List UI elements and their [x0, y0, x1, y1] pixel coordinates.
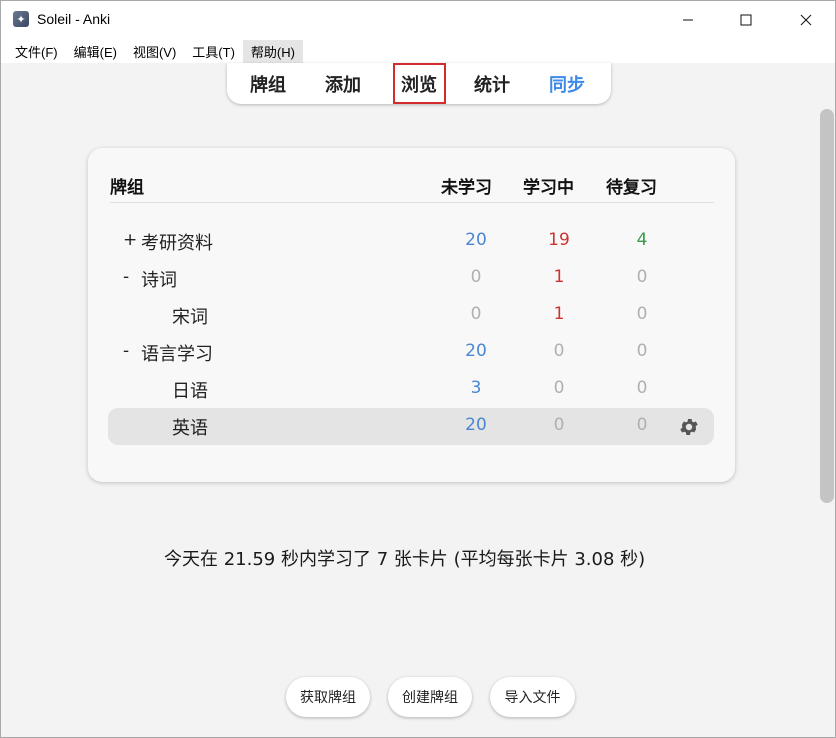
menu-tools[interactable]: 工具(T): [184, 40, 243, 63]
deck-name[interactable]: 考研资料: [141, 229, 213, 255]
import-file-button[interactable]: 导入文件: [490, 677, 575, 717]
header-divider: [110, 202, 714, 203]
deck-row[interactable]: - 语言学习 20 0 0: [108, 334, 714, 371]
header-deck: 牌组: [110, 178, 144, 198]
maximize-button[interactable]: [717, 1, 775, 39]
deck-list-card: 牌组 未学习 学习中 待复习 + 考研资料 20 19 4- 诗词 0 1 0 宋词 0 1 0- 语言学…: [88, 148, 735, 482]
collapse-toggle[interactable]: -: [123, 341, 129, 361]
header-due: 待复习: [606, 178, 657, 198]
anki-main-window: ✦ Soleil - Anki 文件(F) 编辑(E) 视图(V) 工具(T) …: [0, 0, 836, 738]
title-bar: ✦ Soleil - Anki: [1, 1, 835, 39]
get-shared-decks-button[interactable]: 获取牌组: [286, 677, 370, 717]
expand-toggle[interactable]: +: [123, 230, 137, 250]
header-learning: 学习中: [523, 178, 574, 198]
anki-star-icon: ✦: [13, 11, 29, 27]
deck-name[interactable]: 英语: [172, 414, 208, 440]
count-new: 0: [470, 266, 482, 287]
deck-row[interactable]: 日语 3 0 0: [108, 371, 714, 408]
count-new: 20: [465, 340, 487, 361]
menu-edit[interactable]: 编辑(E): [66, 40, 125, 63]
count-learn: 19: [548, 229, 570, 250]
top-toolbar: 牌组 添加 浏览 统计 同步: [227, 63, 611, 104]
toolbar-add-link[interactable]: 添加: [325, 71, 361, 97]
gear-icon[interactable]: [678, 416, 700, 438]
count-due: 0: [636, 340, 648, 361]
toolbar-stats-link[interactable]: 统计: [474, 71, 510, 97]
close-icon: [800, 14, 812, 26]
deck-row[interactable]: 英语 20 0 0: [108, 407, 714, 445]
minimize-icon: [683, 19, 693, 21]
deck-row[interactable]: 宋词 0 1 0: [108, 297, 714, 334]
toolbar-sync-link[interactable]: 同步: [549, 71, 585, 97]
deck-row[interactable]: - 诗词 0 1 0: [108, 260, 714, 297]
deck-row[interactable]: + 考研资料 20 19 4: [108, 223, 714, 260]
count-due: 0: [636, 303, 648, 324]
count-new: 0: [470, 303, 482, 324]
count-new: 20: [465, 414, 487, 435]
count-due: 0: [636, 377, 648, 398]
count-learn: 0: [553, 340, 565, 361]
scrollbar-thumb[interactable]: [820, 109, 834, 503]
count-due: 4: [636, 229, 648, 250]
menu-bar: 文件(F) 编辑(E) 视图(V) 工具(T) 帮助(H): [1, 39, 835, 63]
menu-view[interactable]: 视图(V): [125, 40, 184, 63]
toolbar-browse-link[interactable]: 浏览: [401, 71, 437, 97]
header-new: 未学习: [441, 178, 492, 198]
collapse-toggle[interactable]: -: [123, 267, 129, 287]
count-new: 3: [470, 377, 482, 398]
main-content: 牌组 添加 浏览 统计 同步 牌组 未学习 学习中 待复习 + 考研资料 20 19 4…: [1, 63, 835, 737]
count-learn: 1: [553, 303, 565, 324]
deck-name[interactable]: 日语: [172, 377, 208, 403]
count-due: 0: [636, 414, 648, 435]
count-due: 0: [636, 266, 648, 287]
maximize-icon: [740, 14, 752, 26]
deck-name[interactable]: 宋词: [172, 303, 208, 329]
count-learn: 1: [553, 266, 565, 287]
deck-name[interactable]: 诗词: [141, 266, 177, 292]
count-learn: 0: [553, 414, 565, 435]
study-stats-summary: 今天在 21.59 秒内学习了 7 张卡片 (平均每张卡片 3.08 秒): [164, 549, 646, 570]
toolbar-decks-link[interactable]: 牌组: [250, 71, 286, 97]
close-button[interactable]: [777, 1, 835, 39]
count-learn: 0: [553, 377, 565, 398]
menu-file[interactable]: 文件(F): [7, 40, 66, 63]
count-new: 20: [465, 229, 487, 250]
window-title: Soleil - Anki: [37, 11, 111, 27]
menu-help[interactable]: 帮助(H): [242, 39, 303, 63]
minimize-button[interactable]: [659, 1, 717, 39]
create-deck-button[interactable]: 创建牌组: [388, 677, 472, 717]
deck-name[interactable]: 语言学习: [141, 340, 213, 366]
